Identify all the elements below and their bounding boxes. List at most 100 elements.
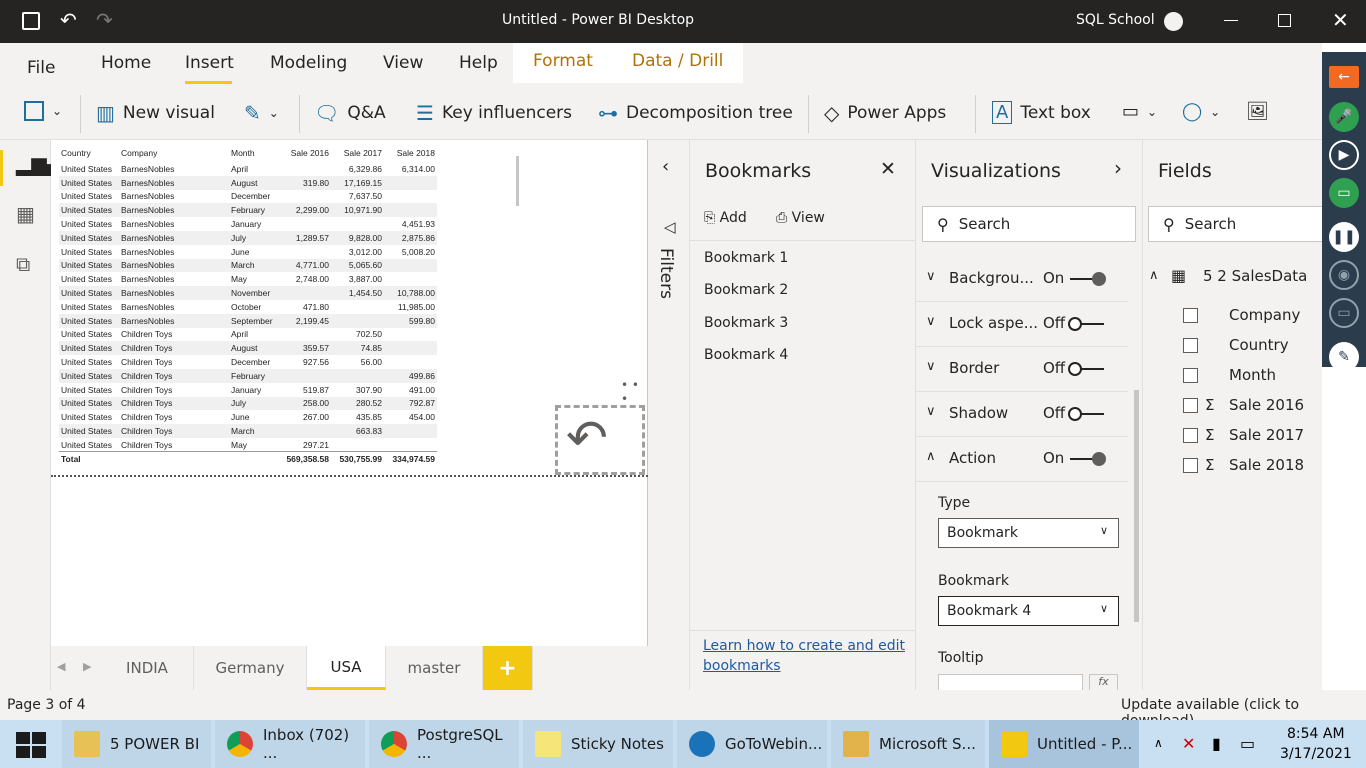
tab-file[interactable]: File xyxy=(27,58,55,78)
mouse-icon[interactable]: ◉ xyxy=(1329,260,1359,290)
table-scrollbar[interactable] xyxy=(516,156,519,206)
taskbar-item-sticky-notes[interactable]: Sticky Notes xyxy=(523,720,675,768)
view-bookmark-button[interactable]: ⎙ View xyxy=(776,210,825,226)
table-row[interactable]: United States BarnesNobles February 2,299.0… xyxy=(59,203,437,218)
visualizations-search-input[interactable]: ⚲ Search xyxy=(922,206,1136,242)
taskbar-item-chrome-inbox[interactable]: Inbox (702) ... xyxy=(215,720,367,768)
bookmark-item[interactable]: Bookmark 2 xyxy=(704,282,788,298)
table-row[interactable]: United States BarnesNobles January 4,451.93 xyxy=(59,217,437,231)
taskbar-item-power-bi[interactable]: Untitled - P... xyxy=(989,720,1141,768)
collapse-arrow-icon[interactable]: ← xyxy=(1329,66,1359,88)
tab-modeling[interactable]: Modeling xyxy=(270,53,347,73)
undo-icon[interactable]: ↶ xyxy=(60,8,77,32)
tab-help[interactable]: Help xyxy=(459,53,498,73)
format-card-background[interactable]: ∨ Backgrou... On xyxy=(916,257,1128,302)
toggle-switch[interactable] xyxy=(1068,272,1106,286)
field-item[interactable]: Sale 2017 xyxy=(1229,426,1304,444)
table-row[interactable]: United States Children Toys January 519.87 3… xyxy=(59,383,437,397)
bookmark-item[interactable]: Bookmark 1 xyxy=(704,250,788,266)
expand-chevron-icon[interactable]: ‹ xyxy=(662,156,669,177)
field-checkbox[interactable] xyxy=(1183,458,1198,473)
avatar[interactable] xyxy=(1164,12,1183,31)
minimize-button[interactable] xyxy=(1224,20,1238,21)
table-row[interactable]: United States Children Toys April 702.50 xyxy=(59,328,437,342)
shapes-button[interactable]: ◯ ⌄ xyxy=(1182,101,1220,122)
filters-label[interactable]: Filters xyxy=(656,248,676,299)
column-header[interactable]: Sale 2017 xyxy=(331,144,384,162)
data-view-icon[interactable]: ▦ xyxy=(16,202,35,226)
table-row[interactable]: United States BarnesNobles June 3,012.00 5,0… xyxy=(59,245,437,259)
field-checkbox[interactable] xyxy=(1183,398,1198,413)
taskbar-item-folder[interactable]: 5 POWER BI xyxy=(62,720,213,768)
tab-home[interactable]: Home xyxy=(101,53,151,73)
page-tab-india[interactable]: INDIA xyxy=(101,646,194,690)
power-apps-button[interactable]: ◇ Power Apps xyxy=(824,101,946,125)
battery-icon[interactable]: ▮ xyxy=(1212,734,1221,753)
qa-button[interactable]: 🗨 Q&A xyxy=(314,101,386,125)
format-card-shadow[interactable]: ∨ Shadow Off xyxy=(916,392,1128,437)
page-tab-germany[interactable]: Germany xyxy=(194,646,307,690)
format-card-lock-aspect[interactable]: ∨ Lock aspe... Off xyxy=(916,302,1128,347)
table-row[interactable]: United States Children Toys June 267.00 435.… xyxy=(59,410,437,424)
close-button[interactable]: ✕ xyxy=(1332,8,1349,32)
table-row[interactable]: United States BarnesNobles November 1,454.5… xyxy=(59,286,437,300)
filters-pane-collapsed[interactable]: ‹ ◁ Filters xyxy=(648,140,689,690)
help-link[interactable]: Learn how to create and edit bookmarks xyxy=(703,636,908,676)
scroll-left-icon[interactable]: ◀ xyxy=(57,660,65,673)
column-header[interactable]: Country xyxy=(59,144,119,162)
more-visuals-button[interactable]: ✎ ⌄ xyxy=(244,101,279,125)
bookmark-item[interactable]: Bookmark 4 xyxy=(704,347,788,363)
more-options-icon[interactable]: • • • xyxy=(621,378,647,406)
fields-search-input[interactable]: ⚲ Search xyxy=(1148,206,1323,242)
clock-date[interactable]: 3/17/2021 xyxy=(1280,746,1352,762)
table-row[interactable]: United States BarnesNobles September 2,199.… xyxy=(59,313,437,328)
toggle-switch[interactable] xyxy=(1068,362,1106,376)
taskbar-item-gotowebinar[interactable]: GoToWebin... xyxy=(677,720,829,768)
restore-button[interactable] xyxy=(1278,14,1291,27)
screen-share-icon[interactable]: ▭ xyxy=(1329,178,1359,208)
field-checkbox[interactable] xyxy=(1183,368,1198,383)
bookmark-item[interactable]: Bookmark 3 xyxy=(704,315,788,331)
table-visual[interactable]: Country Company Month Sale 2016 Sale 201… xyxy=(59,144,437,466)
table-row[interactable]: United States Children Toys August 359.57 74… xyxy=(59,341,437,356)
save-icon[interactable] xyxy=(22,12,40,30)
clock-time[interactable]: 8:54 AM xyxy=(1287,726,1345,742)
toggle-switch[interactable] xyxy=(1068,407,1106,421)
buttons-button[interactable]: ▭ ⌄ xyxy=(1122,101,1157,122)
new-page-button[interactable]: ⌄ xyxy=(24,101,62,121)
decomposition-tree-button[interactable]: ⊶ Decomposition tree xyxy=(598,101,793,125)
field-checkbox[interactable] xyxy=(1183,308,1198,323)
taskbar-item-chrome-postgres[interactable]: PostgreSQL ... xyxy=(369,720,521,768)
table-row[interactable]: United States BarnesNobles March 4,771.00 5,… xyxy=(59,258,437,273)
model-view-icon[interactable]: ⧉ xyxy=(16,252,30,276)
key-influencers-button[interactable]: ☰ Key influencers xyxy=(416,101,572,125)
field-checkbox[interactable] xyxy=(1183,428,1198,443)
tab-view[interactable]: View xyxy=(383,53,423,73)
windows-start-icon[interactable] xyxy=(16,732,46,758)
field-item[interactable]: Sale 2018 xyxy=(1229,456,1304,474)
table-row[interactable]: United States BarnesNobles April 6,329.86 6,… xyxy=(59,162,437,176)
camera-icon[interactable]: ▶ xyxy=(1329,140,1359,170)
field-item[interactable]: Month xyxy=(1229,366,1276,384)
field-item[interactable]: Company xyxy=(1229,306,1300,324)
table-row[interactable]: United States Children Toys March 663.83 xyxy=(59,424,437,438)
type-dropdown[interactable]: Bookmark ∨ xyxy=(938,518,1119,548)
table-row[interactable]: United States BarnesNobles August 319.80 17,… xyxy=(59,175,437,190)
text-box-button[interactable]: A Text box xyxy=(992,101,1091,124)
tab-insert[interactable]: Insert xyxy=(185,53,234,73)
table-row[interactable]: United States Children Toys July 258.00 280.… xyxy=(59,396,437,411)
page-tab-master[interactable]: master xyxy=(386,646,483,690)
chevron-up-icon[interactable]: ∧ xyxy=(1149,268,1159,283)
table-row[interactable]: United States BarnesNobles July 1,289.57 9,8… xyxy=(59,230,437,245)
taskbar-item-microsoft-sql[interactable]: Microsoft S... xyxy=(831,720,987,768)
add-page-button[interactable]: + xyxy=(483,646,533,690)
page-tab-usa[interactable]: USA xyxy=(307,646,386,690)
bookmark-dropdown[interactable]: Bookmark 4 ∨ xyxy=(938,596,1119,626)
column-header[interactable]: Company xyxy=(119,144,229,162)
table-row[interactable]: United States BarnesNobles October 471.80 11… xyxy=(59,300,437,314)
pane-scrollbar[interactable] xyxy=(1134,390,1139,622)
draw-icon[interactable]: ✎ xyxy=(1329,342,1359,372)
column-header[interactable]: Sale 2018 xyxy=(384,144,437,162)
tab-data-drill[interactable]: Data / Drill xyxy=(612,43,744,83)
image-button[interactable]: 🖼 xyxy=(1246,101,1269,122)
